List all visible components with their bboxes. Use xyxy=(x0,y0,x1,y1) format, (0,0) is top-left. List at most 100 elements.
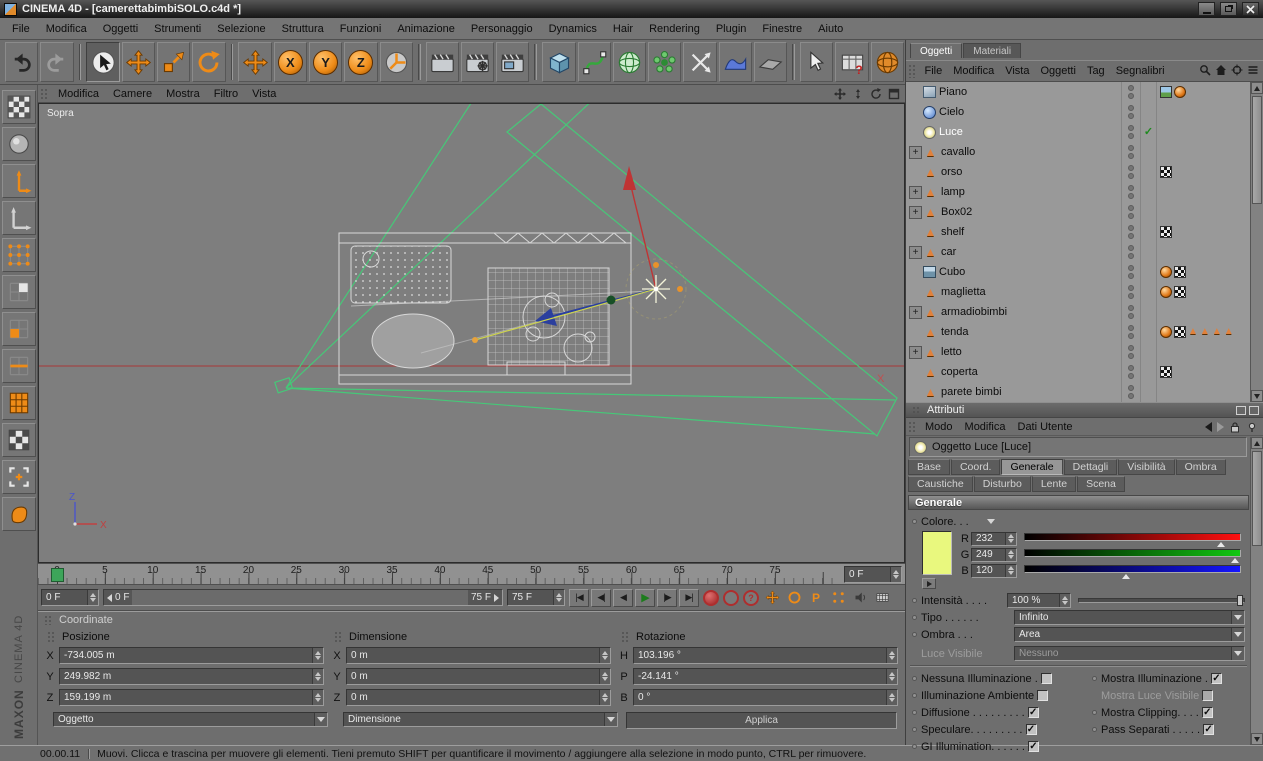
vp-menu-camere[interactable]: Camere xyxy=(106,88,159,100)
scroll-down-icon[interactable] xyxy=(1251,733,1263,745)
faces-mode-button[interactable] xyxy=(1,312,36,346)
stepper[interactable] xyxy=(1005,532,1016,545)
field-posizione-y[interactable]: 249.982 m xyxy=(59,668,324,685)
field-posizione-x[interactable]: -734.005 m xyxy=(59,647,324,664)
animation-dot[interactable] xyxy=(912,598,917,603)
rotate-tool-button[interactable] xyxy=(192,42,226,82)
stepper[interactable] xyxy=(312,690,323,705)
keyframe-selection-button[interactable] xyxy=(829,589,847,607)
add-primitive-button[interactable] xyxy=(542,42,576,82)
menu-modifica[interactable]: Modifica xyxy=(38,23,95,35)
visibility-toggles[interactable] xyxy=(1121,322,1140,342)
enable-toggle[interactable] xyxy=(1140,182,1156,202)
visibility-toggles[interactable] xyxy=(1121,262,1140,282)
attr-menu-modo[interactable]: Modo xyxy=(919,421,959,433)
channel-g-slider[interactable] xyxy=(1024,548,1241,563)
current-frame-marker[interactable] xyxy=(51,568,64,582)
tree-item-maglietta[interactable]: ▲ maglietta xyxy=(906,282,1250,302)
tri-tag-icon[interactable]: ▲ xyxy=(1224,326,1234,338)
object-axis-mode-button[interactable] xyxy=(1,164,36,198)
enable-toggle[interactable] xyxy=(1140,222,1156,242)
menu-finestre[interactable]: Finestre xyxy=(754,23,810,35)
field-rotazione-b[interactable]: 0 ° xyxy=(633,689,898,706)
record-keyframe-button[interactable] xyxy=(703,589,719,606)
option-illuminazione-ambiente-checkbox[interactable] xyxy=(1037,690,1049,701)
vp-menu-modifica[interactable]: Modifica xyxy=(51,88,106,100)
enable-toggle[interactable] xyxy=(1140,102,1156,122)
dock-icon[interactable] xyxy=(1236,405,1246,415)
channel-b-value[interactable]: 120 xyxy=(971,563,1017,578)
scroll-up-icon[interactable] xyxy=(1251,82,1263,94)
animation-dot[interactable] xyxy=(912,632,917,637)
help-pointer-button[interactable] xyxy=(800,42,834,82)
visibility-toggles[interactable] xyxy=(1121,242,1140,262)
panel-grip[interactable] xyxy=(40,88,49,99)
menu-oggetti[interactable]: Oggetti xyxy=(95,23,146,35)
stepper[interactable] xyxy=(886,669,897,684)
visibility-toggles[interactable] xyxy=(1121,202,1140,222)
stepper[interactable] xyxy=(890,567,901,582)
enable-toggle[interactable] xyxy=(1140,202,1156,222)
enable-toggle[interactable] xyxy=(1140,302,1156,322)
menu-animazione[interactable]: Animazione xyxy=(389,23,462,35)
om-menu-vista[interactable]: Vista xyxy=(1000,65,1035,77)
field-dimensione-x[interactable]: 0 m xyxy=(346,647,611,664)
panel-grip[interactable] xyxy=(912,406,921,414)
current-frame-field[interactable]: 0 F xyxy=(41,589,99,606)
scroll-down-icon[interactable] xyxy=(1251,390,1263,402)
visibility-toggles[interactable] xyxy=(1121,362,1140,382)
vp-menu-filtro[interactable]: Filtro xyxy=(207,88,245,100)
option-pass-separati[interactable]: Pass Separati . . . . . xyxy=(1092,724,1215,736)
expand-icon[interactable]: + xyxy=(909,345,922,359)
lock-x-axis-button[interactable]: X xyxy=(273,42,307,82)
record-rotation-button[interactable] xyxy=(785,589,803,607)
panel-grip[interactable] xyxy=(47,631,56,642)
slider-thumb[interactable] xyxy=(1237,595,1243,606)
tri-tag-icon[interactable]: ▲ xyxy=(1200,326,1210,338)
expand-icon[interactable]: + xyxy=(909,205,922,219)
scrollbar-thumb[interactable] xyxy=(1252,96,1262,204)
live-selection-button[interactable] xyxy=(86,42,120,82)
attr-tab-visibilit[interactable]: Visibilità xyxy=(1118,459,1175,475)
tree-item-armadiobimbi[interactable]: + ▲ armadiobimbi xyxy=(906,302,1250,322)
minimize-button[interactable] xyxy=(1198,2,1215,16)
model-mode-button[interactable] xyxy=(1,127,36,161)
lock-z-axis-button[interactable]: Z xyxy=(344,42,378,82)
enable-toggle[interactable] xyxy=(1140,82,1156,102)
om-menu-file[interactable]: File xyxy=(919,65,948,77)
option-pass-separati-checkbox[interactable] xyxy=(1203,724,1215,735)
checker-tag-icon[interactable] xyxy=(1160,366,1172,378)
animation-dot[interactable] xyxy=(912,615,917,620)
tree-item-lamp[interactable]: + ▲ lamp xyxy=(906,182,1250,202)
deformation-mode-button[interactable] xyxy=(1,497,36,531)
scroll-up-icon[interactable] xyxy=(1251,437,1263,449)
animation-dot[interactable] xyxy=(912,519,917,524)
texture-axis-mode-button[interactable] xyxy=(1,423,36,457)
vp-menu-mostra[interactable]: Mostra xyxy=(159,88,207,100)
visibility-toggles[interactable] xyxy=(1121,382,1140,402)
axis-modification-button[interactable] xyxy=(1,201,36,235)
menu-strumenti[interactable]: Strumenti xyxy=(146,23,209,35)
polygons-mode-button[interactable] xyxy=(1,275,36,309)
option-mostra-clipping-checkbox[interactable] xyxy=(1201,707,1213,718)
enable-toggle[interactable] xyxy=(1140,282,1156,302)
channel-r-slider[interactable] xyxy=(1024,532,1241,547)
checker-tag-icon[interactable] xyxy=(1174,326,1186,338)
sphere-tag-icon[interactable] xyxy=(1174,86,1186,98)
menu-hair[interactable]: Hair xyxy=(605,23,641,35)
move-tool-button[interactable] xyxy=(121,42,155,82)
visibility-toggles[interactable] xyxy=(1121,282,1140,302)
paint-tag-icon[interactable] xyxy=(1160,86,1172,98)
scale-tool-button[interactable] xyxy=(156,42,191,82)
option-diffusione[interactable]: Diffusione . . . . . . . . . xyxy=(912,707,1092,719)
color-swatch[interactable] xyxy=(922,531,952,575)
sphere-tag-icon[interactable] xyxy=(1160,326,1172,338)
ruler-band[interactable]: 051015202530354045505560657075 xyxy=(38,564,839,584)
attr-tab-disturbo[interactable]: Disturbo xyxy=(973,476,1031,492)
stepper[interactable] xyxy=(599,669,610,684)
enable-toggle[interactable] xyxy=(1140,142,1156,162)
visibility-toggles[interactable] xyxy=(1121,162,1140,182)
tree-item-car[interactable]: + ▲ car xyxy=(906,242,1250,262)
attr-tab-base[interactable]: Base xyxy=(908,459,950,475)
option-speculare[interactable]: Speculare. . . . . . . . . xyxy=(912,724,1092,736)
